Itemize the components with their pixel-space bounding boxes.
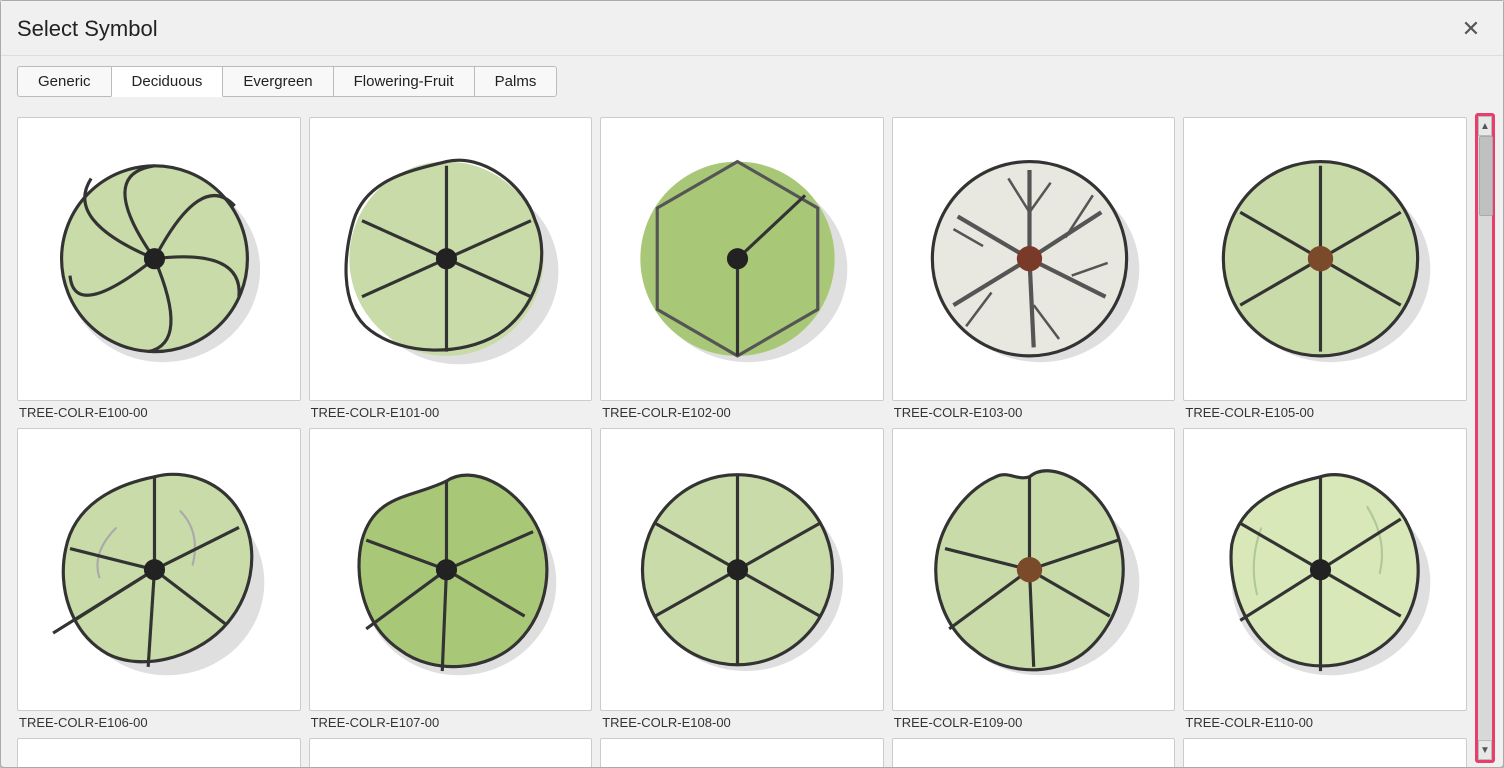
symbol-label: TREE-COLR-E102-00 (600, 405, 731, 420)
list-item[interactable] (309, 738, 593, 767)
symbol-label: TREE-COLR-E107-00 (309, 715, 440, 730)
grid-scroll-area: TREE-COLR-E100-00 (1, 109, 1503, 767)
list-item[interactable] (1183, 738, 1467, 767)
select-symbol-dialog: Select Symbol ✕ Generic Deciduous Evergr… (0, 0, 1504, 768)
symbol-label: TREE-COLR-E109-00 (892, 715, 1023, 730)
scrollbar-thumb[interactable] (1479, 136, 1493, 216)
symbol-image (17, 738, 301, 767)
list-item[interactable]: TREE-COLR-E100-00 (17, 117, 301, 420)
list-item[interactable]: TREE-COLR-E101-00 (309, 117, 593, 420)
list-item[interactable] (17, 738, 301, 767)
symbol-image (309, 117, 593, 401)
symbol-image (892, 738, 1176, 767)
list-item[interactable]: TREE-COLR-E106-00 (17, 428, 301, 731)
symbol-image (1183, 117, 1467, 401)
tab-bar: Generic Deciduous Evergreen Flowering-Fr… (1, 56, 1503, 97)
list-item[interactable]: TREE-COLR-E103-00 (892, 117, 1176, 420)
symbol-image (309, 738, 593, 767)
symbol-image (892, 117, 1176, 401)
symbol-label: TREE-COLR-E108-00 (600, 715, 731, 730)
tab-flowering-fruit[interactable]: Flowering-Fruit (333, 66, 475, 97)
dialog-title: Select Symbol (17, 16, 158, 42)
scrollbar-track: ▲ ▼ (1475, 113, 1495, 763)
list-item[interactable] (600, 738, 884, 767)
content-area: TREE-COLR-E100-00 (1, 97, 1503, 767)
list-item[interactable]: TREE-COLR-E107-00 (309, 428, 593, 731)
tab-deciduous[interactable]: Deciduous (111, 66, 224, 97)
tab-palms[interactable]: Palms (474, 66, 558, 97)
list-item[interactable]: TREE-COLR-E102-00 (600, 117, 884, 420)
list-item[interactable]: TREE-COLR-E108-00 (600, 428, 884, 731)
symbol-label: TREE-COLR-E106-00 (17, 715, 148, 730)
symbol-label: TREE-COLR-E103-00 (892, 405, 1023, 420)
symbol-label: TREE-COLR-E105-00 (1183, 405, 1314, 420)
scrollbar-down-button[interactable]: ▼ (1478, 740, 1492, 760)
list-item[interactable]: TREE-COLR-E105-00 (1183, 117, 1467, 420)
tab-evergreen[interactable]: Evergreen (222, 66, 333, 97)
symbol-label: TREE-COLR-E100-00 (17, 405, 148, 420)
symbol-image (17, 117, 301, 401)
symbol-image (1183, 738, 1467, 767)
close-button[interactable]: ✕ (1455, 13, 1487, 45)
symbol-label: TREE-COLR-E110-00 (1183, 715, 1313, 730)
list-item[interactable]: TREE-COLR-E110-00 (1183, 428, 1467, 731)
tab-generic[interactable]: Generic (17, 66, 112, 97)
symbol-image (309, 428, 593, 712)
list-item[interactable] (892, 738, 1176, 767)
symbol-image (600, 738, 884, 767)
symbol-image (1183, 428, 1467, 712)
dialog-header: Select Symbol ✕ (1, 1, 1503, 56)
symbol-label: TREE-COLR-E101-00 (309, 405, 440, 420)
symbol-image (892, 428, 1176, 712)
scrollbar-up-button[interactable]: ▲ (1478, 116, 1492, 136)
symbol-image (600, 428, 884, 712)
symbol-image (600, 117, 884, 401)
symbol-image (17, 428, 301, 712)
list-item[interactable]: TREE-COLR-E109-00 (892, 428, 1176, 731)
symbol-grid: TREE-COLR-E100-00 (1, 109, 1475, 767)
